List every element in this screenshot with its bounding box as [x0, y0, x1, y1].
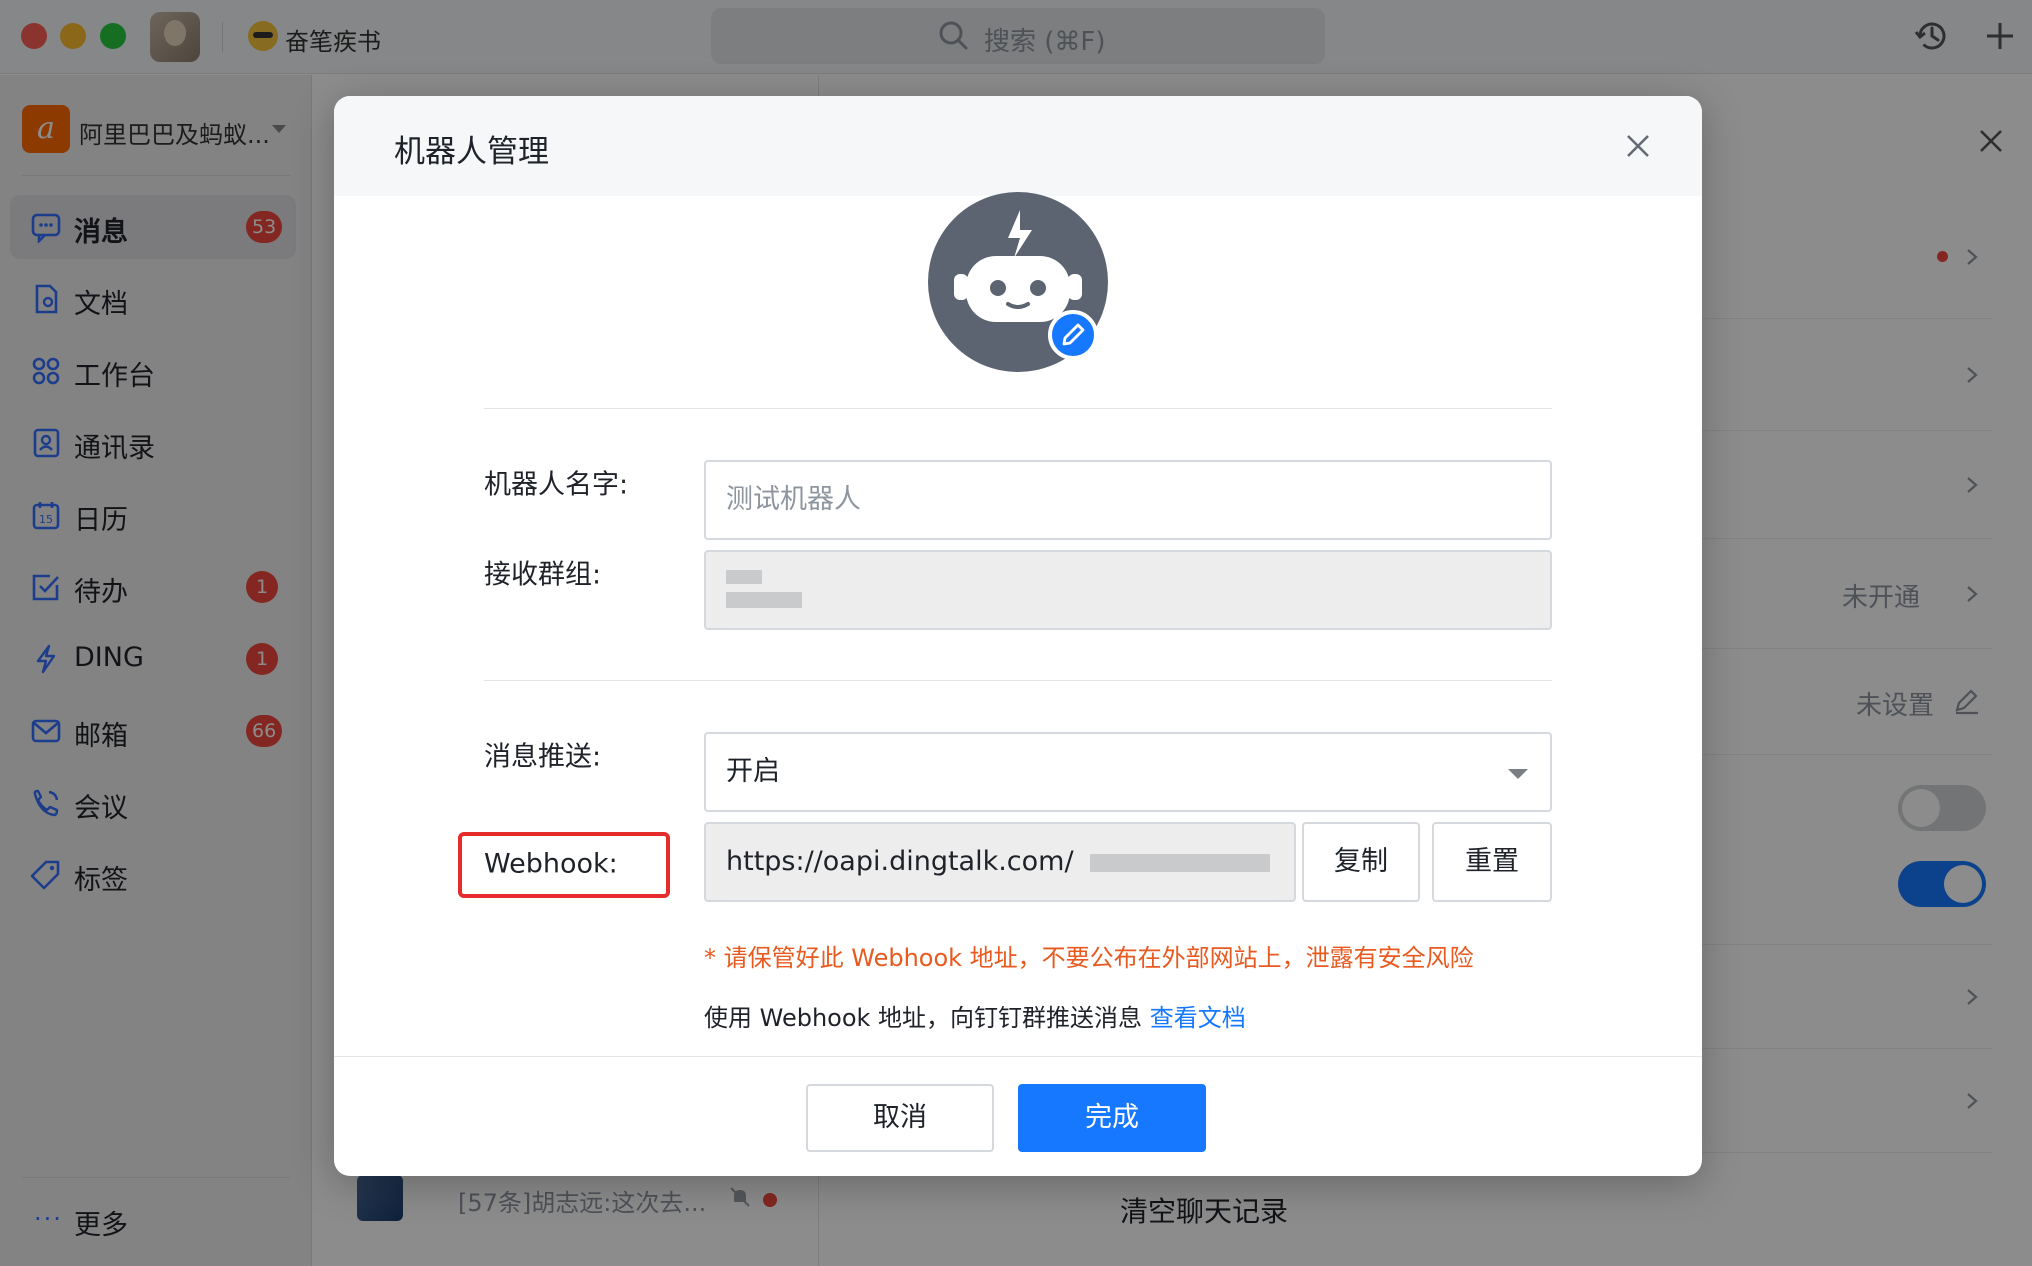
message-push-select[interactable]: 开启 [704, 732, 1552, 812]
chevron-down-icon [1508, 769, 1528, 779]
dialog-title: 机器人管理 [394, 134, 549, 170]
copy-webhook-button[interactable]: 复制 [1302, 822, 1420, 902]
webhook-url-field[interactable]: https://oapi.dingtalk.com/ [704, 822, 1296, 902]
section-divider [484, 680, 1552, 681]
redacted-text [1090, 854, 1270, 872]
view-docs-link[interactable]: 查看文档 [1150, 1004, 1246, 1032]
robot-name-label: 机器人名字: [484, 469, 629, 501]
message-push-value: 开启 [726, 756, 780, 787]
redacted-text [726, 570, 762, 584]
reset-webhook-button[interactable]: 重置 [1432, 822, 1552, 902]
section-divider [484, 408, 1552, 409]
webhook-help-text: 使用 Webhook 地址，向钉钉群推送消息 查看文档 [704, 998, 1246, 1033]
receive-group-label: 接收群组: [484, 559, 602, 591]
security-warning-text: * 请保管好此 Webhook 地址，不要公布在外部网站上，泄露有安全风险 [704, 944, 1474, 972]
webhook-url-text: https://oapi.dingtalk.com/ [726, 846, 1074, 877]
done-button[interactable]: 完成 [1018, 1084, 1206, 1152]
help-description: 使用 Webhook 地址，向钉钉群推送消息 [704, 1004, 1143, 1032]
webhook-label: Webhook: [484, 848, 618, 880]
footer-divider [334, 1056, 1702, 1057]
cancel-button[interactable]: 取消 [806, 1084, 994, 1152]
pencil-icon [1062, 323, 1085, 346]
dialog-header: 机器人管理 [334, 96, 1702, 196]
robot-management-dialog: 机器人管理 机器人名字: 测试机器人 接收群组: 消息推送: 开启 Webhoo… [334, 96, 1702, 1176]
redacted-text [726, 592, 802, 608]
edit-avatar-button[interactable] [1048, 310, 1098, 360]
message-push-label: 消息推送: [484, 741, 602, 773]
close-icon[interactable] [1618, 126, 1658, 166]
receive-group-field [704, 550, 1552, 630]
robot-name-input[interactable]: 测试机器人 [704, 460, 1552, 540]
